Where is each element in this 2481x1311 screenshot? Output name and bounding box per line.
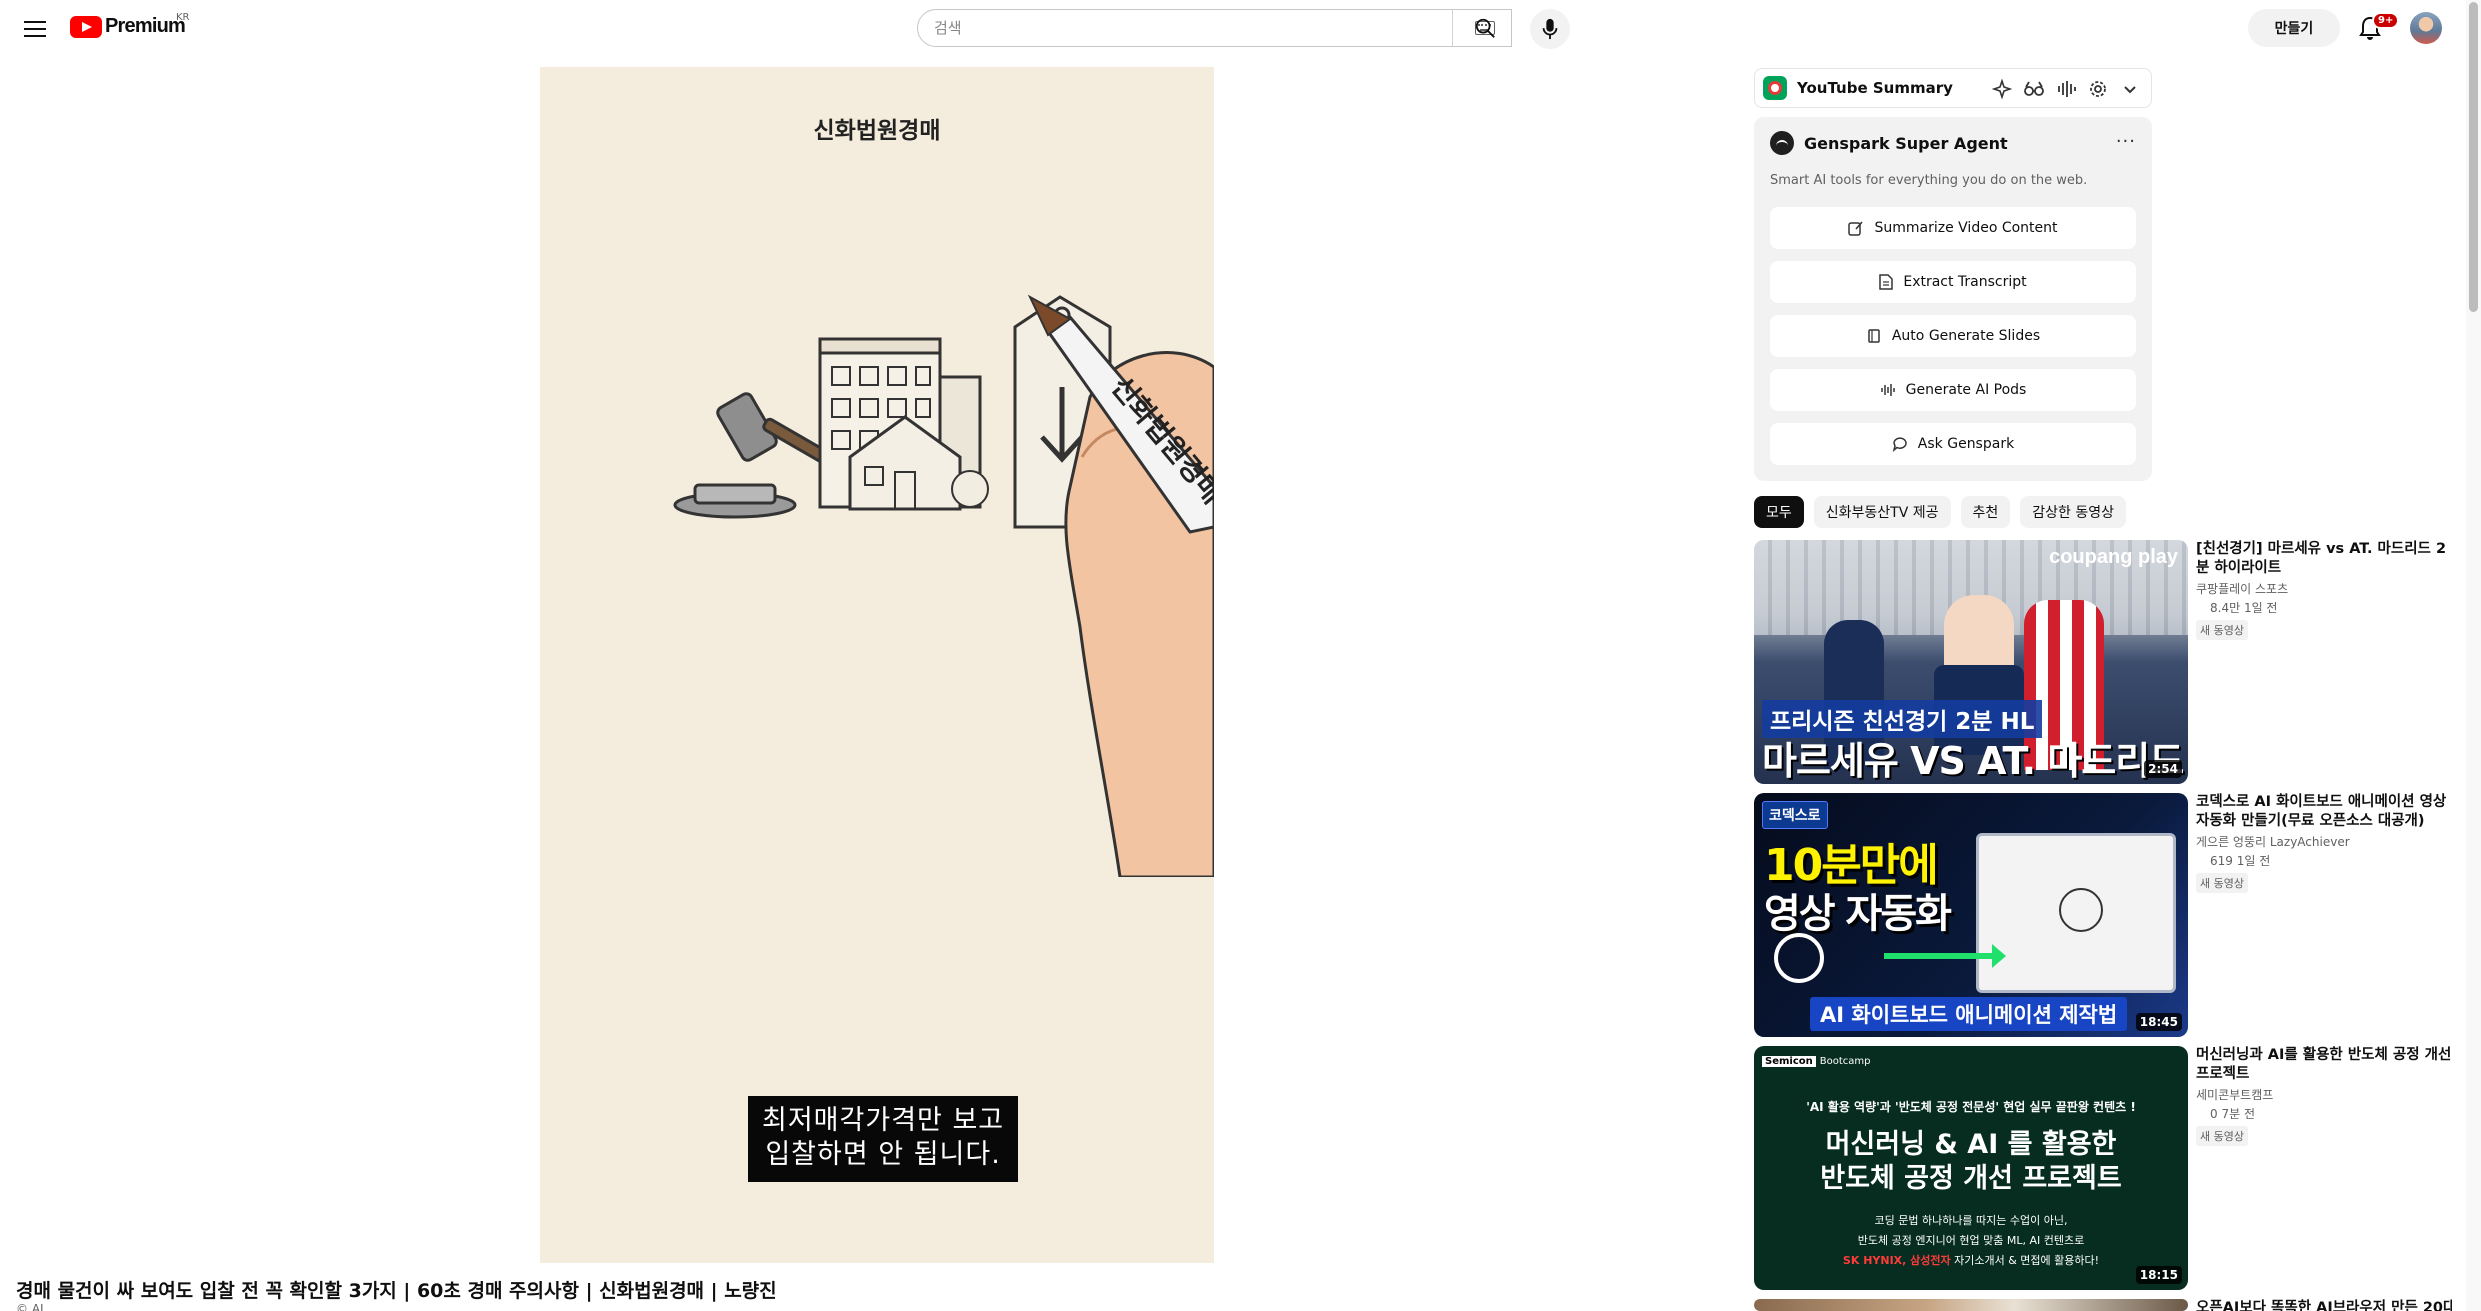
- openai-logo-icon: [1774, 933, 1824, 983]
- video-meta: 8.4만 1일 전: [2210, 601, 2278, 615]
- create-button[interactable]: 만들기: [2248, 9, 2340, 47]
- search-input[interactable]: [918, 10, 1475, 46]
- new-video-badge: 새 동영상: [2196, 873, 2248, 893]
- masthead: Premium KR 만들기 9+: [0, 0, 2481, 56]
- youtube-play-icon: [70, 15, 102, 38]
- genspark-logo-icon: [1770, 131, 1794, 155]
- thumbnail-text: 코딩 문법 하나하나를 따지는 수업이 아닌,: [1874, 1214, 2068, 1227]
- channel-name[interactable]: 쿠팡플레이 스포츠: [2196, 580, 2452, 597]
- summarize-video-button[interactable]: Summarize Video Content: [1770, 207, 2136, 249]
- country-code: KR: [176, 12, 190, 23]
- button-label: Generate AI Pods: [1905, 382, 2027, 398]
- recommendation-item[interactable]: 코덱스로 10분만에 영상 자동화 AI 화이트보드 애니메이션 제작법 18:…: [1754, 793, 2454, 1039]
- edit-icon: [1848, 221, 1864, 236]
- thumbnail-text: SK HYNIX, 삼성전자 자기소개서 & 면접에 활용하다!: [1842, 1254, 2100, 1267]
- page-scrollbar-thumb[interactable]: [2469, 2, 2478, 312]
- video-sub: © AI: [16, 1302, 44, 1311]
- generate-ai-pods-button[interactable]: Generate AI Pods: [1770, 369, 2136, 411]
- slides-icon: [1868, 329, 1880, 343]
- search-box: [917, 9, 1512, 47]
- video-overlay-title: 신화법원경매: [813, 118, 941, 144]
- chip-channel[interactable]: 신화부동산TV 제공: [1813, 496, 1951, 528]
- thumbnail-text: 영상 자동화: [1764, 891, 1952, 937]
- youtube-summary-title: YouTube Summary: [1797, 79, 1953, 97]
- voice-search-button[interactable]: [1530, 9, 1570, 49]
- chevron-down-icon[interactable]: [2119, 78, 2141, 100]
- video-thumbnail[interactable]: coupang play 프리시즌 친선경기 2분 HL 마르세유 VS AT.…: [1754, 540, 2188, 784]
- subtitle-caption: 최저매각가격만 보고 입찰하면 안 됩니다.: [748, 1096, 1019, 1182]
- youtube-summary-logo-icon: [1763, 76, 1787, 100]
- duration-badge: 18:15: [2135, 1266, 2182, 1284]
- genspark-panel: Genspark Super Agent ··· Smart AI tools …: [1754, 117, 2152, 481]
- avatar[interactable]: [2410, 12, 2442, 44]
- recommendation-title[interactable]: 코덱스로 AI 화이트보드 애니메이션 영상 자동화 만들기(무료 오픈소스 대…: [2196, 793, 2452, 831]
- search-icon: [1475, 18, 1495, 38]
- filter-chips: 모두 신화부동산TV 제공 추천 감상한 동영상: [1754, 496, 2127, 528]
- thumbnail-text: Semicon Bootcamp: [1762, 1056, 1870, 1067]
- recommendation-title[interactable]: [친선경기] 마르세유 vs AT. 마드리드 2분 하이라이트: [2196, 540, 2452, 578]
- ask-genspark-button[interactable]: Ask Genspark: [1770, 423, 2136, 465]
- video-thumbnail[interactable]: [1754, 1299, 2188, 1311]
- create-label: 만들기: [2274, 21, 2314, 37]
- thumbnail-text: 코덱스로: [1762, 801, 1828, 829]
- thumbnail-text: 'AI 활용 역량'과 '반도체 공정 전문성' 현업 실무 끝판왕 컨텐츠 !: [1806, 1100, 2136, 1114]
- button-label: Auto Generate Slides: [1891, 328, 2041, 344]
- video-title: 경매 물건이 싸 보여도 입찰 전 꼭 확인할 3가지 | 60초 경매 주의사…: [16, 1280, 777, 1302]
- youtube-summary-bar: YouTube Summary: [1754, 68, 2152, 108]
- video-thumbnail[interactable]: Semicon Bootcamp 'AI 활용 역량'과 '반도체 공정 전문성'…: [1754, 1046, 2188, 1290]
- chip-recommended[interactable]: 추천: [1960, 496, 2011, 528]
- genspark-title: Genspark Super Agent: [1804, 133, 2008, 153]
- chip-watched[interactable]: 감상한 동영상: [2020, 496, 2127, 528]
- caption-line: 최저매각가격만 보고: [762, 1105, 1005, 1136]
- recommendation-title[interactable]: 오픈AI보다 똑똑한 AI브라우저 만든 20대 천: [2196, 1299, 2452, 1311]
- menu-button[interactable]: [18, 12, 52, 46]
- auto-generate-slides-button[interactable]: Auto Generate Slides: [1770, 315, 2136, 357]
- logo-text: Premium: [105, 15, 186, 37]
- recommendation-item[interactable]: 오픈AI보다 똑똑한 AI브라우저 만든 20대 천: [1754, 1299, 2454, 1311]
- channel-name[interactable]: 세미콘부트캠프: [2196, 1086, 2452, 1103]
- glasses-icon[interactable]: [2023, 78, 2045, 100]
- duration-badge: 18:45: [2135, 1013, 2182, 1031]
- thumbnail-text: 마르세유 VS AT. 마드리드: [1762, 739, 2184, 783]
- sparkle-icon[interactable]: [1991, 78, 2013, 100]
- new-video-badge: 새 동영상: [2196, 620, 2248, 640]
- recommendation-item[interactable]: coupang play 프리시즌 친선경기 2분 HL 마르세유 VS AT.…: [1754, 540, 2454, 786]
- document-icon: [1879, 274, 1894, 290]
- thumbnail-brand: coupang play: [2049, 546, 2178, 568]
- hamburger-icon: [24, 21, 46, 37]
- more-options-icon[interactable]: ···: [2116, 131, 2136, 152]
- thumbnail-text: AI 화이트보드 애니메이션 제작법: [1810, 997, 2128, 1031]
- extract-transcript-button[interactable]: Extract Transcript: [1770, 261, 2136, 303]
- video-meta: 619 1일 전: [2210, 854, 2271, 868]
- notification-badge: 9+: [2372, 12, 2400, 29]
- channel-name[interactable]: 게으른 엉뚱리 LazyAchiever: [2196, 833, 2452, 850]
- recommendation-title[interactable]: 머신러닝과 AI를 활용한 반도체 공정 개선 프로젝트: [2196, 1046, 2452, 1084]
- button-label: Ask Genspark: [1917, 436, 2015, 452]
- caption-line: 입찰하면 안 됩니다.: [765, 1139, 1001, 1170]
- whiteboard-illustration: 신화법원경매: [673, 294, 1214, 877]
- search-button[interactable]: [1452, 9, 1516, 47]
- recommendation-item[interactable]: Semicon Bootcamp 'AI 활용 역량'과 '반도체 공정 전문성'…: [1754, 1046, 2454, 1292]
- video-meta: 0 7분 전: [2210, 1107, 2255, 1121]
- microphone-icon: [1542, 18, 1558, 40]
- button-label: Summarize Video Content: [1874, 220, 2058, 236]
- genspark-description: Smart AI tools for everything you do on …: [1770, 173, 2088, 188]
- video-thumbnail[interactable]: 코덱스로 10분만에 영상 자동화 AI 화이트보드 애니메이션 제작법 18:…: [1754, 793, 2188, 1037]
- notifications-button[interactable]: 9+: [2352, 10, 2400, 46]
- chat-icon: [1892, 437, 1907, 452]
- duration-badge: 2:54: [2144, 760, 2182, 778]
- new-video-badge: 새 동영상: [2196, 1126, 2248, 1146]
- chip-all[interactable]: 모두: [1754, 496, 1804, 528]
- video-player[interactable]: 신화법원경매 신화법원경매 최저매각가격만 보고 입찰하면 안 됩니다.: [540, 67, 1214, 1263]
- button-label: Extract Transcript: [1903, 274, 2027, 290]
- waveform-icon[interactable]: [2055, 78, 2077, 100]
- youtube-premium-logo[interactable]: Premium: [70, 15, 186, 38]
- thumbnail-text: 반도체 공정 엔지니어 현업 맞춤 ML, AI 컨텐츠로: [1857, 1234, 2085, 1247]
- waveform-icon: [1880, 384, 1895, 396]
- thumbnail-text: 반도체 공정 개선 프로젝트: [1820, 1163, 2122, 1194]
- gear-icon[interactable]: [2087, 78, 2109, 100]
